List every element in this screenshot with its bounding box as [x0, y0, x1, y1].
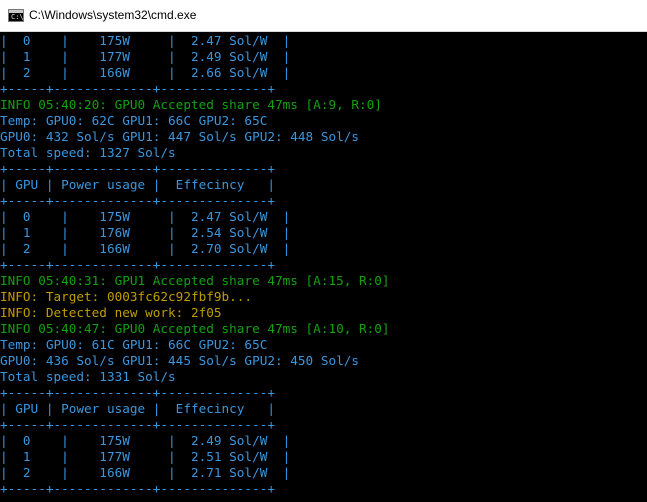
- console-line: Temp: GPU0: 62C GPU1: 66C GPU2: 65C: [0, 113, 268, 128]
- console-line: | 2 | 166W | 2.66 Sol/W |: [0, 65, 291, 80]
- console-line: | 0 | 175W | 2.47 Sol/W |: [0, 33, 291, 48]
- console-line: Temp: GPU0: 61C GPU1: 66C GPU2: 65C: [0, 337, 268, 352]
- console-line: INFO 05:40:20: GPU0 Accepted share 47ms …: [0, 97, 382, 112]
- window-title: C:\Windows\system32\cmd.exe: [29, 8, 197, 22]
- console-line: INFO 05:40:47: GPU0 Accepted share 47ms …: [0, 321, 390, 336]
- console-line: | GPU | Power usage | Effecincy |: [0, 177, 275, 192]
- console-line: | 1 | 177W | 2.49 Sol/W |: [0, 49, 291, 64]
- console-line: | 2 | 166W | 2.70 Sol/W |: [0, 241, 291, 256]
- console-line: +-----+-------------+--------------+: [0, 257, 275, 272]
- console-line: +-----+-------------+--------------+: [0, 385, 275, 400]
- console-line: GPU0: 432 Sol/s GPU1: 447 Sol/s GPU2: 44…: [0, 129, 360, 144]
- console-line: | 1 | 177W | 2.51 Sol/W |: [0, 449, 291, 464]
- console-line: INFO: Detected new work: 2f05: [0, 305, 222, 320]
- console-line: Total speed: 1331 Sol/s: [0, 369, 176, 384]
- console-line: +-----+-------------+--------------+: [0, 81, 275, 96]
- console-line: INFO 05:40:31: GPU1 Accepted share 47ms …: [0, 273, 390, 288]
- console-line: Total speed: 1327 Sol/s: [0, 145, 176, 160]
- console-line: +-----+-------------+--------------+: [0, 193, 275, 208]
- console-line: +-----+-------------+--------------+: [0, 417, 275, 432]
- console-output[interactable]: | 0 | 175W | 2.47 Sol/W | | 1 | 177W | 2.…: [0, 32, 647, 502]
- console-line: +-----+-------------+--------------+: [0, 481, 275, 496]
- console-line: | 0 | 175W | 2.47 Sol/W |: [0, 209, 291, 224]
- console-line: | 2 | 166W | 2.71 Sol/W |: [0, 465, 291, 480]
- console-line: | GPU | Power usage | Effecincy |: [0, 401, 275, 416]
- window-titlebar[interactable]: C:\ C:\Windows\system32\cmd.exe: [0, 0, 647, 32]
- console-line: | 0 | 175W | 2.49 Sol/W |: [0, 433, 291, 448]
- console-line: GPU0: 436 Sol/s GPU1: 445 Sol/s GPU2: 45…: [0, 353, 360, 368]
- cmd-icon: C:\: [8, 9, 24, 22]
- console-line: INFO: Target: 0003fc62c92fbf9b...: [0, 289, 253, 304]
- console-line: +-----+-------------+--------------+: [0, 161, 275, 176]
- console-line: | 1 | 176W | 2.54 Sol/W |: [0, 225, 291, 240]
